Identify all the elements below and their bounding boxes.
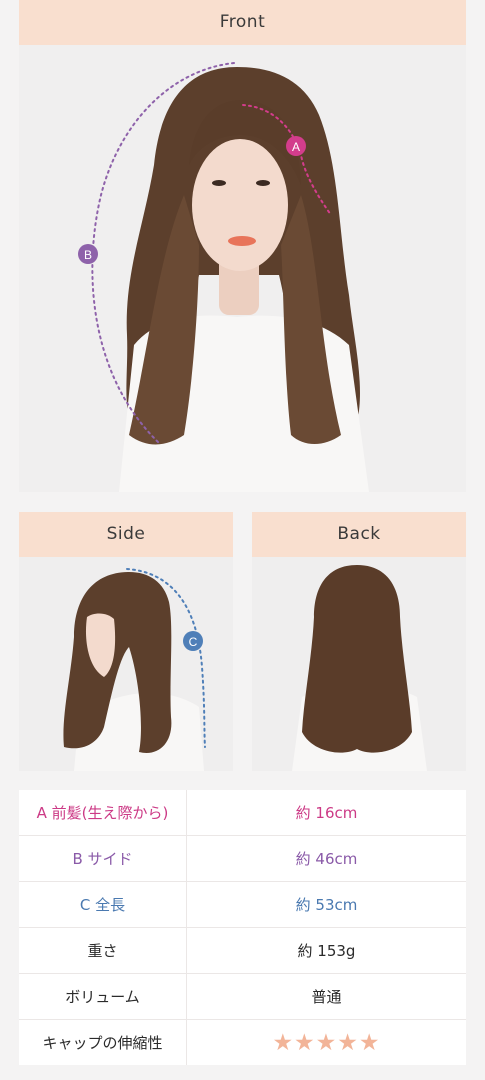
spec-value: 約 46cm [295, 850, 358, 868]
back-photo [252, 557, 466, 771]
spec-label: A 前髪(生え際から) [19, 790, 187, 835]
back-header: Back [252, 512, 466, 557]
table-row: C 全長 約 53cm [19, 882, 466, 928]
star-rating: ★★★★★ [272, 1029, 381, 1056]
table-row: キャップの伸縮性 ★★★★★ [19, 1020, 466, 1065]
spec-label: 重さ [19, 928, 187, 973]
table-row: ボリューム 普通 [19, 974, 466, 1020]
side-photo: C [19, 557, 233, 771]
spec-label: B サイド [19, 836, 187, 881]
front-header: Front [19, 0, 466, 45]
front-eye-left [212, 180, 226, 186]
marker-a-label: A [292, 140, 300, 154]
back-hair-shape [302, 565, 412, 753]
front-lips [228, 236, 256, 246]
spec-value: 約 53cm [295, 896, 358, 914]
spec-table: A 前髪(生え際から) 約 16cm B サイド 約 46cm C 全長 約 5… [19, 790, 466, 1065]
spec-value: 約 153g [297, 942, 356, 960]
spec-label: ボリューム [19, 974, 187, 1019]
table-row: 重さ 約 153g [19, 928, 466, 974]
spec-label: キャップの伸縮性 [19, 1020, 187, 1065]
side-header: Side [19, 512, 233, 557]
spec-value: 約 16cm [295, 804, 358, 822]
front-face-shape [192, 139, 288, 271]
spec-value: 普通 [311, 988, 342, 1006]
table-row: A 前髪(生え際から) 約 16cm [19, 790, 466, 836]
table-row: B サイド 約 46cm [19, 836, 466, 882]
front-eye-right [256, 180, 270, 186]
front-photo: A B [19, 45, 466, 492]
marker-b-label: B [84, 248, 92, 262]
marker-c-label: C [189, 635, 198, 649]
spec-label: C 全長 [19, 882, 187, 927]
